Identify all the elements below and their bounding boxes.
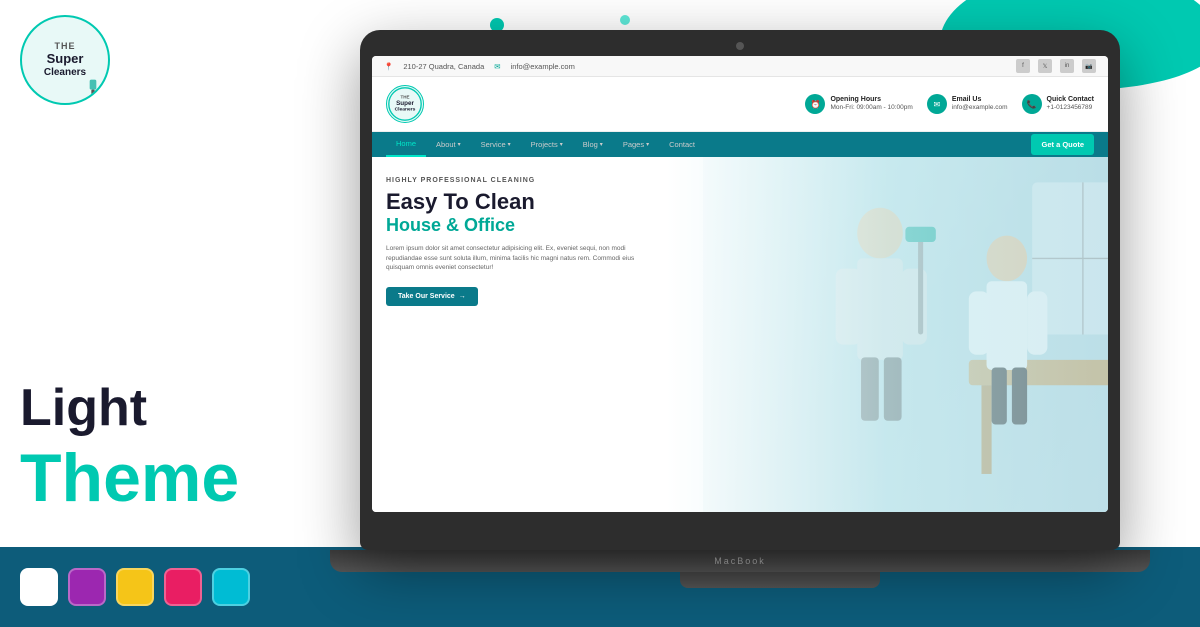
quick-contact-value: +1-0123456789	[1047, 104, 1093, 111]
hero-cta-label: Take Our Service	[398, 293, 455, 300]
macbook-camera	[736, 42, 744, 50]
nav-contact[interactable]: Contact	[659, 133, 705, 156]
logo-super: Super	[44, 52, 86, 66]
email-value: info@example.com	[952, 104, 1008, 111]
envelope-icon: ✉	[927, 94, 947, 114]
svg-text:Cleaners: Cleaners	[395, 106, 416, 112]
macbook-label: MacBook	[714, 556, 766, 566]
header-logo[interactable]: THE Super Cleaners	[386, 85, 424, 123]
opening-hours-label: Opening Hours	[830, 95, 912, 104]
nav-cta-button[interactable]: Get a Quote	[1031, 134, 1094, 155]
website-header: THE Super Cleaners ⏰ Opening Hours Mon-F…	[372, 77, 1108, 132]
nav-home[interactable]: Home	[386, 132, 426, 157]
blog-arrow: ▾	[600, 141, 603, 148]
nav-service[interactable]: Service ▾	[471, 133, 521, 156]
logo-area: THE Super Cleaners	[20, 15, 330, 105]
bg-dot-teal	[620, 15, 630, 25]
about-arrow: ▾	[458, 141, 461, 148]
logo-cleaners: Cleaners	[44, 67, 86, 78]
topbar-left: 📍 210-27 Quadra, Canada ✉ info@example.c…	[384, 62, 575, 71]
swatch-purple[interactable]	[68, 568, 106, 606]
nav-pages[interactable]: Pages ▾	[613, 133, 659, 156]
swatch-cyan[interactable]	[212, 568, 250, 606]
hero-subtitle: HIGHLY PROFESSIONAL CLEANING	[386, 177, 658, 184]
phone-info: 📞 Quick Contact +1-0123456789	[1022, 94, 1094, 114]
hero-content: HIGHLY PROFESSIONAL CLEANING Easy To Cle…	[372, 157, 672, 326]
theme-label: Theme	[20, 444, 330, 512]
twitter-icon[interactable]: 𝕏	[1038, 59, 1052, 73]
hero-cta-arrow: →	[459, 293, 466, 300]
email-info: ✉ Email Us info@example.com	[927, 94, 1008, 114]
hero-cta-button[interactable]: Take Our Service →	[386, 287, 478, 306]
nav-blog[interactable]: Blog ▾	[573, 133, 613, 156]
swatch-pink[interactable]	[164, 568, 202, 606]
topbar-right: f 𝕏 in 📷	[1016, 59, 1096, 73]
nav-projects[interactable]: Projects ▾	[521, 133, 573, 156]
projects-arrow: ▾	[560, 141, 563, 148]
macbook-outer: 📍 210-27 Quadra, Canada ✉ info@example.c…	[360, 30, 1120, 550]
opening-hours-info: ⏰ Opening Hours Mon-Fri: 09:00am - 10:00…	[805, 94, 912, 114]
hero-description: Lorem ipsum dolor sit amet consectetur a…	[386, 244, 658, 273]
nav-about[interactable]: About ▾	[426, 133, 471, 156]
macbook-screen: 📍 210-27 Quadra, Canada ✉ info@example.c…	[372, 56, 1108, 512]
website-nav: Home About ▾ Service ▾ Projects ▾ Blog ▾…	[372, 132, 1108, 157]
website-topbar: 📍 210-27 Quadra, Canada ✉ info@example.c…	[372, 56, 1108, 77]
macbook-bottom-bar: MacBook	[330, 550, 1150, 572]
svg-text:Super: Super	[396, 100, 414, 107]
email-label: Email Us	[952, 95, 1008, 104]
header-info: ⏰ Opening Hours Mon-Fri: 09:00am - 10:00…	[805, 94, 1094, 114]
svg-text:THE: THE	[401, 95, 410, 100]
opening-hours-value: Mon-Fri: 09:00am - 10:00pm	[830, 104, 912, 111]
swatch-yellow[interactable]	[116, 568, 154, 606]
website-preview: 📍 210-27 Quadra, Canada ✉ info@example.c…	[372, 56, 1108, 512]
macbook-stand	[680, 572, 880, 588]
swatch-white[interactable]	[20, 568, 58, 606]
service-arrow: ▾	[508, 141, 511, 148]
light-label: Light	[20, 382, 330, 444]
hero-title-main: Easy To Clean	[386, 190, 658, 214]
header-logo-circle: THE Super Cleaners	[386, 85, 424, 123]
hero-section: HIGHLY PROFESSIONAL CLEANING Easy To Cle…	[372, 157, 1108, 512]
logo-circle: THE Super Cleaners	[20, 15, 110, 105]
quick-contact-label: Quick Contact	[1047, 95, 1094, 104]
linkedin-icon[interactable]: in	[1060, 59, 1074, 73]
topbar-email: info@example.com	[511, 62, 575, 71]
brush-icon	[83, 78, 103, 98]
phone-icon: 📞	[1022, 94, 1042, 114]
macbook-wrapper: 📍 210-27 Quadra, Canada ✉ info@example.c…	[360, 30, 1200, 567]
pages-arrow: ▾	[646, 141, 649, 148]
facebook-icon[interactable]: f	[1016, 59, 1030, 73]
topbar-address: 210-27 Quadra, Canada	[403, 62, 484, 71]
clock-icon: ⏰	[805, 94, 825, 114]
instagram-icon[interactable]: 📷	[1082, 59, 1096, 73]
left-panel: THE Super Cleaners Light Theme	[0, 0, 350, 547]
email-icon: ✉	[494, 62, 500, 71]
address-icon: 📍	[384, 62, 393, 71]
hero-title-sub: House & Office	[386, 216, 658, 236]
